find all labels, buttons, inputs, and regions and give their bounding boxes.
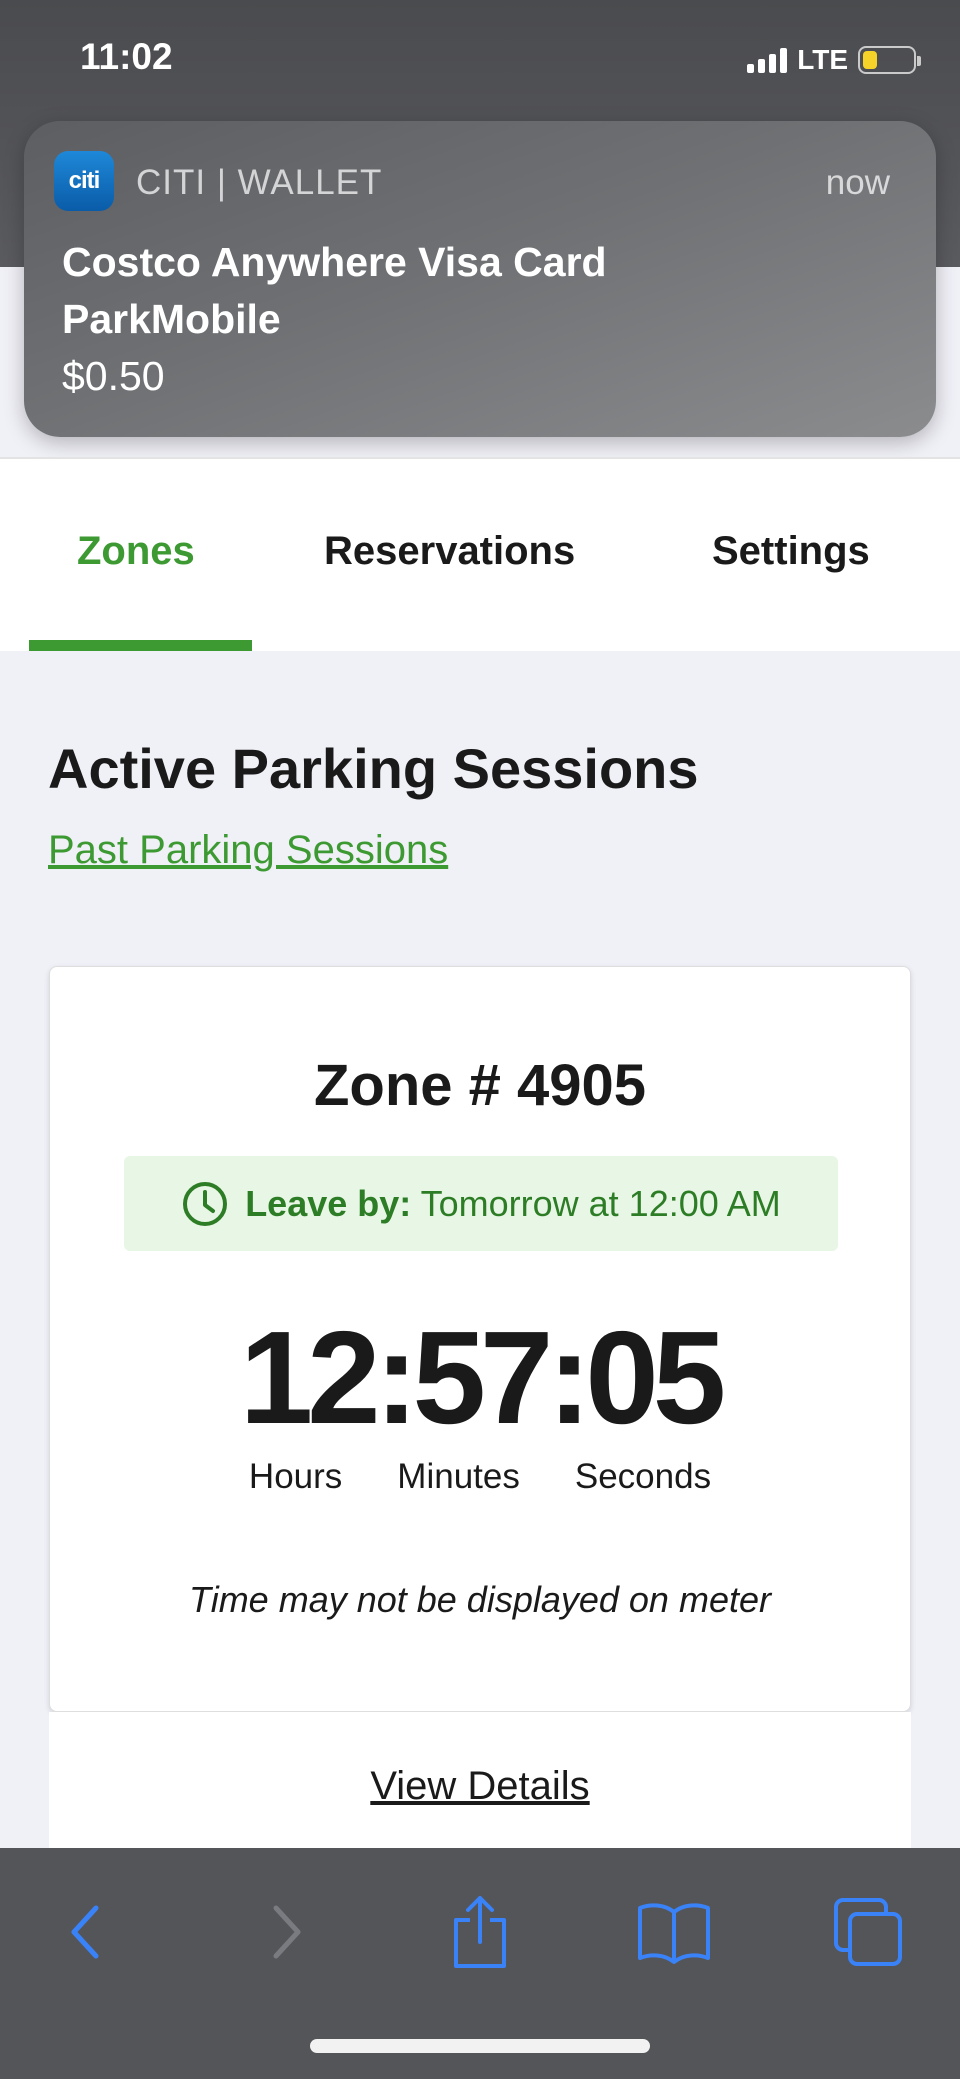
tabs-button[interactable] (828, 1892, 908, 1972)
hours-label: Hours (248, 1457, 343, 1496)
tab-zones[interactable]: Zones (77, 529, 195, 574)
notification-banner[interactable]: citi CITI | WALLET now Costco Anywhere V… (24, 121, 936, 437)
notification-amount: $0.50 (62, 353, 165, 399)
leave-by-value: Tomorrow at 12:00 AM (420, 1182, 781, 1224)
leave-by-label: Leave by: (245, 1182, 412, 1224)
citi-app-icon: citi (54, 151, 114, 211)
battery-icon (858, 46, 921, 74)
countdown-timer: 12:57:05 (239, 1304, 726, 1451)
meter-note: Time may not be displayed on meter (189, 1579, 771, 1620)
signal-icon (747, 47, 788, 73)
network-label: LTE (797, 44, 848, 75)
leave-by-banner: Leave by: Tomorrow at 12:00 AM (124, 1156, 838, 1251)
notification-merchant: ParkMobile (62, 296, 281, 342)
notification-card-name: Costco Anywhere Visa Card (62, 239, 607, 285)
bookmarks-button[interactable] (634, 1892, 714, 1972)
back-button[interactable] (46, 1892, 126, 1972)
parking-session-card: Zone # 4905 Leave by: Tomorrow at 12:00 … (49, 966, 911, 1712)
zone-number: Zone # 4905 (313, 1053, 647, 1118)
page: 11:02 LTE citi CITI | WALLET now Costco … (0, 0, 960, 2079)
share-icon (454, 1896, 506, 1968)
status-indicators: LTE (747, 44, 921, 76)
status-time: 11:02 (80, 36, 173, 77)
bookmarks-icon (638, 1903, 710, 1964)
tab-bar: Zones Reservations Settings (0, 457, 960, 651)
view-details-link[interactable]: View Details (49, 1764, 911, 1809)
minutes-label: Minutes (397, 1457, 520, 1496)
browser-toolbar (0, 1848, 960, 2079)
clock-icon (183, 1181, 228, 1226)
home-indicator[interactable] (310, 2039, 650, 2053)
tab-settings[interactable]: Settings (712, 529, 870, 574)
details-section: View Details (49, 1712, 911, 1848)
tabs-icon (834, 1898, 902, 1966)
past-sessions-link[interactable]: Past Parking Sessions (48, 828, 448, 873)
forward-button[interactable] (246, 1892, 326, 1972)
seconds-label: Seconds (574, 1457, 712, 1496)
leave-by-text: Leave by: Tomorrow at 12:00 AM (245, 1183, 781, 1225)
forward-icon (273, 1905, 301, 1959)
back-icon (71, 1905, 99, 1959)
notification-time: now (825, 163, 890, 202)
active-tab-indicator (29, 640, 252, 651)
tab-reservations[interactable]: Reservations (324, 529, 575, 574)
timer-labels: Hours Minutes Seconds (50, 1457, 910, 1497)
share-button[interactable] (440, 1892, 520, 1972)
page-title: Active Parking Sessions (48, 737, 699, 800)
notification-app-name: CITI | WALLET (136, 163, 383, 202)
